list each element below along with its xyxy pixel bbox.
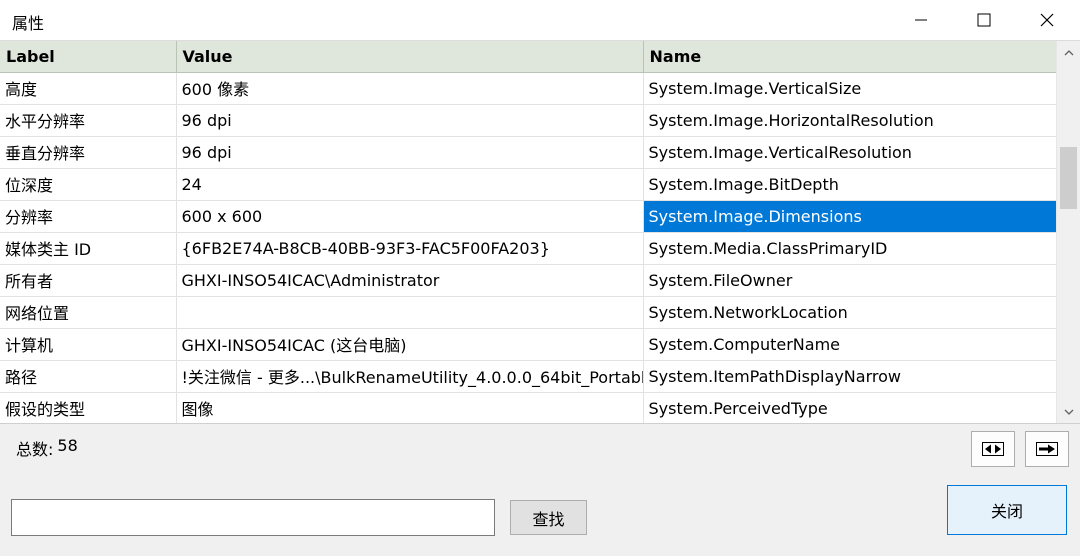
column-header-name[interactable]: Name [643, 41, 1057, 73]
table-row[interactable]: 媒体类主 ID {6FB2E74A-B8CB-40BB-93F3-FAC5F00F… [0, 232, 1057, 265]
cell-value[interactable] [176, 296, 644, 329]
table-row[interactable]: 网络位置 System.NetworkLocation [0, 296, 1057, 329]
cell-value[interactable]: 600 x 600 [176, 200, 644, 233]
toggle-columns-button[interactable] [971, 431, 1015, 467]
cell-value[interactable]: 24 [176, 168, 644, 201]
search-input[interactable] [11, 499, 495, 536]
table-row[interactable]: 路径 !关注微信 - 更多...\BulkRenameUtility_4.0.0.… [0, 360, 1057, 393]
properties-grid: Label Value Name 高度 600 像素 System.Image.Ve… [0, 40, 1080, 424]
cell-name[interactable]: System.NetworkLocation [643, 296, 1057, 329]
chevron-down-icon [1064, 409, 1073, 415]
close-window-button[interactable] [1016, 0, 1078, 40]
right-arrow-icon [1036, 442, 1058, 456]
cell-value[interactable]: 96 dpi [176, 136, 644, 169]
close-icon [1040, 13, 1054, 27]
cell-name[interactable]: System.Image.BitDepth [643, 168, 1057, 201]
cell-name[interactable]: System.FileOwner [643, 264, 1057, 297]
cell-name[interactable]: System.Image.Dimensions [642, 199, 1057, 233]
column-header-label[interactable]: Label [0, 41, 177, 73]
total-count-value: 58 [57, 436, 78, 455]
table-header-row: Label Value Name [0, 41, 1057, 73]
cell-value[interactable]: {6FB2E74A-B8CB-40BB-93F3-FAC5F00FA203} [176, 232, 644, 265]
scroll-up-button[interactable] [1057, 43, 1080, 63]
cell-value[interactable]: 96 dpi [176, 104, 644, 137]
cell-name[interactable]: System.PerceivedType [643, 392, 1057, 423]
table-row[interactable]: 垂直分辨率 96 dpi System.Image.VerticalResoluti… [0, 136, 1057, 169]
cell-label[interactable]: 媒体类主 ID [0, 232, 177, 265]
cell-label[interactable]: 高度 [0, 72, 177, 105]
left-right-arrows-icon [982, 442, 1004, 456]
table-row[interactable]: 分辨率 600 x 600 System.Image.Dimensions [0, 199, 1057, 233]
cell-value[interactable]: 图像 [176, 392, 644, 423]
cell-label[interactable]: 所有者 [0, 264, 177, 297]
cell-value[interactable]: !关注微信 - 更多...\BulkRenameUtility_4.0.0.0_… [176, 360, 644, 393]
close-button[interactable]: 关闭 [947, 485, 1067, 535]
minimize-icon [915, 19, 927, 21]
cell-name[interactable]: System.Image.VerticalResolution [643, 136, 1057, 169]
chevron-up-icon [1064, 50, 1073, 56]
table-row[interactable]: 计算机 GHXI-INSO54ICAC (这台电脑) System.Computer… [0, 328, 1057, 361]
vertical-scrollbar[interactable] [1056, 41, 1080, 423]
maximize-button[interactable] [953, 0, 1015, 40]
cell-label[interactable]: 网络位置 [0, 296, 177, 329]
next-button[interactable] [1025, 431, 1069, 467]
table-row[interactable]: 高度 600 像素 System.Image.VerticalSize [0, 72, 1057, 105]
cell-label[interactable]: 计算机 [0, 328, 177, 361]
cell-label[interactable]: 位深度 [0, 168, 177, 201]
column-header-value[interactable]: Value [176, 41, 644, 73]
table-row[interactable]: 假设的类型 图像 System.PerceivedType [0, 392, 1057, 423]
scroll-down-button[interactable] [1057, 402, 1080, 422]
cell-name[interactable]: System.ItemPathDisplayNarrow [643, 360, 1057, 393]
table-row[interactable]: 位深度 24 System.Image.BitDepth [0, 168, 1057, 201]
table-row[interactable]: 水平分辨率 96 dpi System.Image.HorizontalResolu… [0, 104, 1057, 137]
cell-label[interactable]: 假设的类型 [0, 392, 177, 423]
cell-name[interactable]: System.ComputerName [643, 328, 1057, 361]
minimize-button[interactable] [890, 0, 952, 40]
cell-name[interactable]: System.Image.HorizontalResolution [643, 104, 1057, 137]
scrollbar-thumb[interactable] [1060, 147, 1077, 209]
cell-name[interactable]: System.Image.VerticalSize [643, 72, 1057, 105]
cell-name[interactable]: System.Media.ClassPrimaryID [643, 232, 1057, 265]
properties-table: Label Value Name 高度 600 像素 System.Image.Ve… [0, 41, 1057, 423]
total-count-label: 总数: [16, 440, 54, 459]
table-row[interactable]: 所有者 GHXI-INSO54ICAC\Administrator System.F… [0, 264, 1057, 297]
cell-value[interactable]: GHXI-INSO54ICAC\Administrator [176, 264, 644, 297]
window-title: 属性 [12, 14, 45, 33]
title-bar: 属性 [0, 0, 1080, 40]
cell-label[interactable]: 垂直分辨率 [0, 136, 177, 169]
cell-label[interactable]: 分辨率 [0, 200, 177, 233]
cell-label[interactable]: 路径 [0, 360, 177, 393]
find-button[interactable]: 查找 [510, 500, 587, 535]
cell-value[interactable]: 600 像素 [176, 72, 644, 105]
maximize-icon [977, 13, 991, 27]
cell-value[interactable]: GHXI-INSO54ICAC (这台电脑) [176, 328, 644, 361]
cell-label[interactable]: 水平分辨率 [0, 104, 177, 137]
total-count: 总数: 58 [16, 436, 78, 460]
